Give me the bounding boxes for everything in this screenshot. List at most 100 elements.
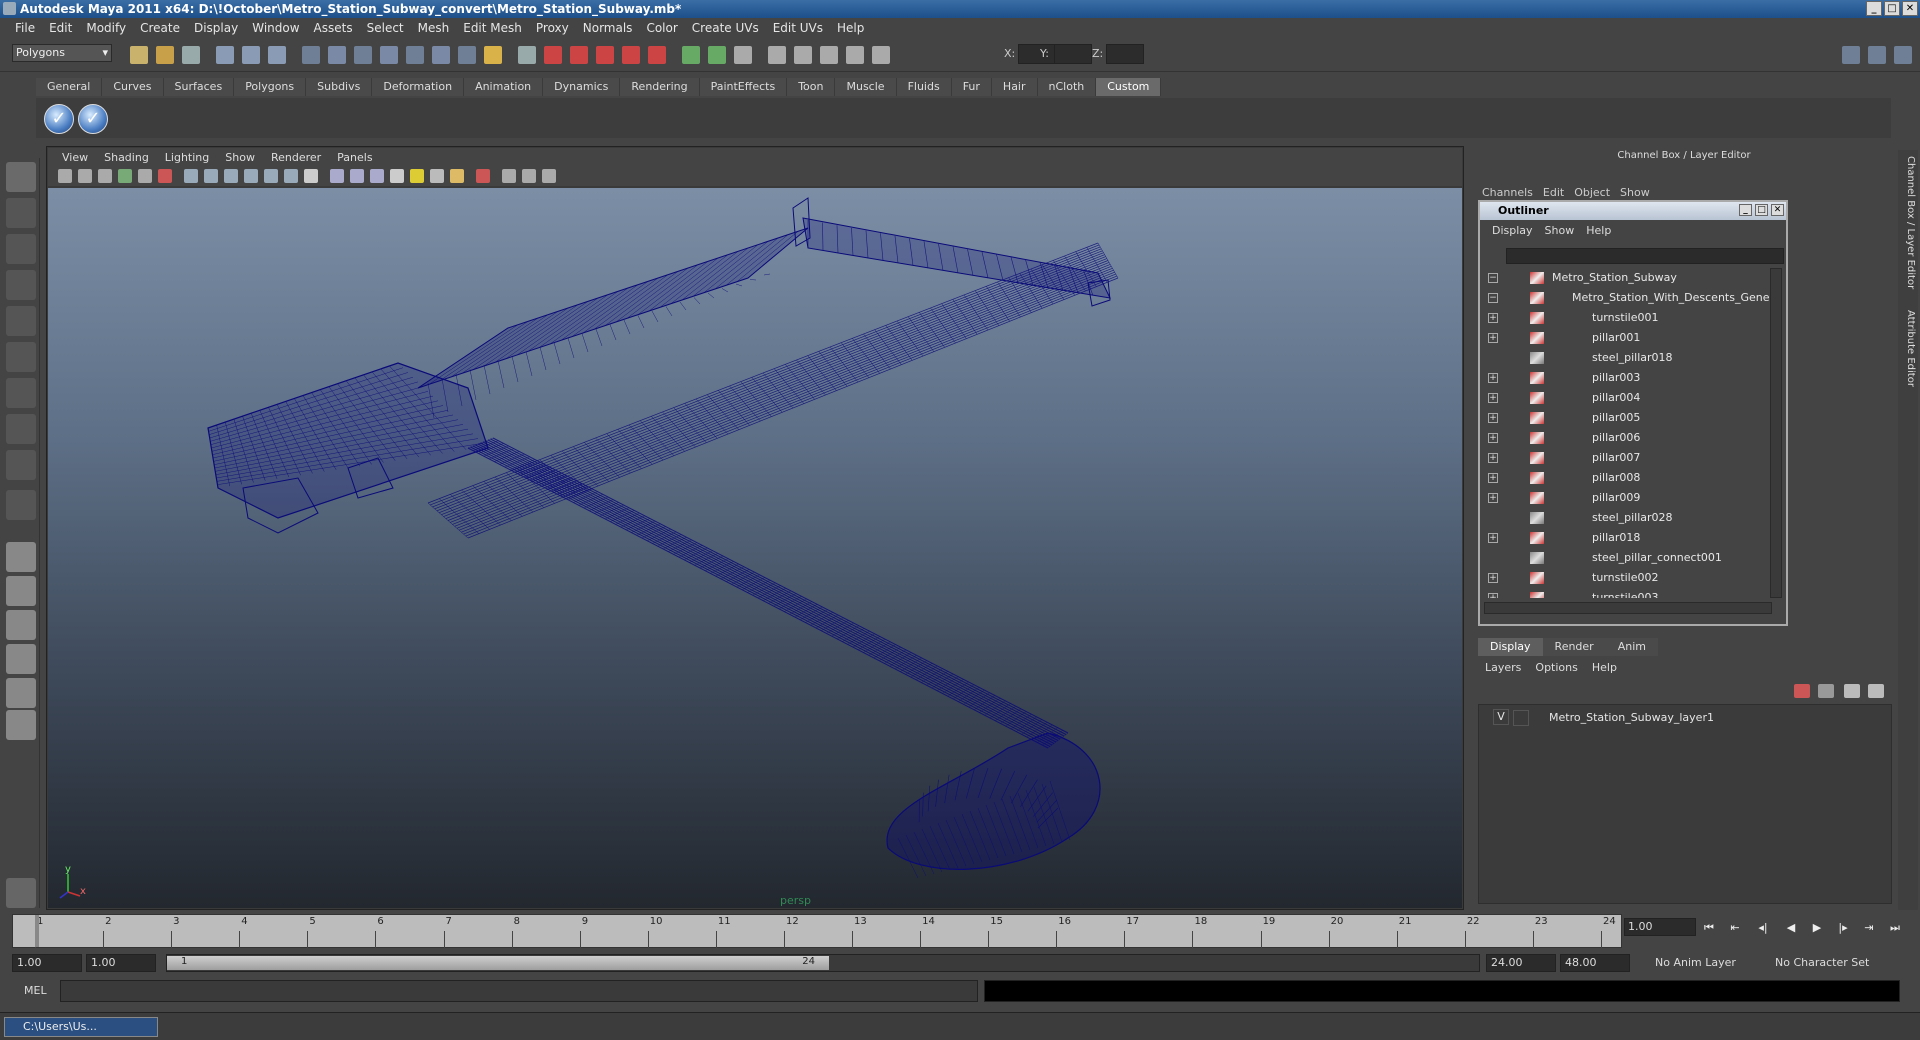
outliner-row[interactable]: steel_pillar028 (1482, 508, 1772, 528)
expand-toggle-icon[interactable]: + (1488, 533, 1498, 543)
viewport-tool-icon-16[interactable] (370, 169, 384, 183)
status-tool-icon-28[interactable] (872, 46, 890, 64)
layer-tab-render[interactable]: Render (1542, 638, 1606, 656)
shelf-tab-fur[interactable]: Fur (951, 78, 992, 96)
expand-toggle-icon[interactable]: + (1488, 473, 1498, 483)
menu-modify[interactable]: Modify (79, 21, 133, 35)
status-tool-icon-23[interactable] (734, 46, 752, 64)
status-tool-icon-25[interactable] (794, 46, 812, 64)
rotate-tool-icon[interactable] (6, 306, 36, 336)
y-input[interactable] (1054, 44, 1092, 64)
outliner-horizontal-scrollbar[interactable] (1484, 602, 1772, 614)
status-tool-icon-5[interactable] (242, 46, 260, 64)
side-tab-1[interactable]: Channel Box / Layer Editor (1900, 156, 1916, 289)
single-perspective-layout-icon[interactable] (6, 542, 36, 572)
outliner-row[interactable]: + turnstile001 (1482, 308, 1772, 328)
viewport-tool-icon-23[interactable] (522, 169, 536, 183)
outliner-row[interactable]: + pillar006 (1482, 428, 1772, 448)
layer-add-icon[interactable] (1868, 684, 1884, 698)
current-time-indicator[interactable] (35, 915, 39, 947)
outliner-row[interactable]: + pillar001 (1482, 328, 1772, 348)
status-tool-icon-13[interactable] (458, 46, 476, 64)
viewport-menu-lighting[interactable]: Lighting (157, 151, 217, 164)
outliner-row[interactable]: + turnstile002 (1482, 568, 1772, 588)
status-tool-icon-27[interactable] (846, 46, 864, 64)
viewport-tool-icon-15[interactable] (350, 169, 364, 183)
layer-menu-options[interactable]: Options (1528, 661, 1584, 674)
viewport-tool-icon-7[interactable] (184, 169, 198, 183)
viewport-tool-icon-2[interactable] (78, 169, 92, 183)
expand-toggle-icon[interactable]: + (1488, 433, 1498, 443)
viewport-menu-show[interactable]: Show (217, 151, 263, 164)
move-tool-icon[interactable] (6, 270, 36, 300)
layer-tab-anim[interactable]: Anim (1605, 638, 1658, 656)
status-tool-icon-6[interactable] (268, 46, 286, 64)
status-tool-icon-4[interactable] (216, 46, 234, 64)
persp-graph-layout-icon[interactable] (6, 644, 36, 674)
playback-start-input[interactable]: 1.00 (86, 954, 156, 972)
outliner-row[interactable]: + pillar007 (1482, 448, 1772, 468)
viewport-tool-icon-13[interactable] (304, 169, 318, 183)
go-to-end-icon[interactable]: ⏭ (1886, 920, 1904, 936)
play-forwards-icon[interactable]: ▶ (1808, 920, 1826, 936)
expand-toggle-icon[interactable]: + (1488, 333, 1498, 343)
menu-edit[interactable]: Edit (42, 21, 79, 35)
viewport-tool-icon-14[interactable] (330, 169, 344, 183)
expand-toggle-icon[interactable]: + (1488, 593, 1498, 598)
close-button[interactable]: ✕ (1902, 1, 1918, 16)
menu-window[interactable]: Window (245, 21, 306, 35)
custom-shelf-check-icon-1[interactable]: ✓ (44, 104, 74, 134)
viewport-tool-icon-21[interactable] (476, 169, 490, 183)
status-tool-icon-1[interactable] (130, 46, 148, 64)
shelf-tab-polygons[interactable]: Polygons (234, 78, 307, 96)
new-layer-icon[interactable] (1794, 684, 1810, 698)
shelf-tab-surfaces[interactable]: Surfaces (163, 78, 235, 96)
status-tool-icon-14[interactable] (484, 46, 502, 64)
range-start-input[interactable]: 1.00 (12, 954, 82, 972)
viewport-menu-panels[interactable]: Panels (329, 151, 380, 164)
hypershade-layout-icon[interactable] (6, 678, 36, 708)
outliner-menu-display[interactable]: Display (1486, 224, 1539, 237)
character-set-dropdown[interactable]: No Character Set (1770, 954, 1880, 972)
range-slider[interactable]: 1 24 (166, 954, 1480, 972)
menu-select[interactable]: Select (360, 21, 411, 35)
go-to-start-icon[interactable]: ⏮ (1700, 920, 1718, 936)
show-hide-attribute-editor-icon[interactable] (1842, 46, 1860, 64)
layer-options-icon[interactable] (1844, 684, 1860, 698)
persp-graph-outliner-layout-icon[interactable] (6, 710, 36, 740)
viewport-tool-icon-9[interactable] (224, 169, 238, 183)
persp-outliner-layout-icon[interactable] (6, 610, 36, 640)
status-tool-icon-21[interactable] (682, 46, 700, 64)
viewport-tool-icon-18[interactable] (410, 169, 424, 183)
shelf-tab-fluids[interactable]: Fluids (896, 78, 952, 96)
show-hide-channel-box-icon[interactable] (1894, 46, 1912, 64)
step-back-frame-icon[interactable]: ◂| (1754, 920, 1772, 936)
status-tool-icon-22[interactable] (708, 46, 726, 64)
shelf-tab-curves[interactable]: Curves (102, 78, 164, 96)
menu-proxy[interactable]: Proxy (529, 21, 576, 35)
menu-mesh[interactable]: Mesh (411, 21, 457, 35)
outliner-row[interactable]: − Metro_Station_Subway (1482, 268, 1772, 288)
soft-modification-tool-icon[interactable] (6, 414, 36, 444)
anim-layer-dropdown[interactable]: No Anim Layer (1650, 954, 1760, 972)
viewport-tool-icon-22[interactable] (502, 169, 516, 183)
z-input[interactable] (1106, 44, 1144, 64)
current-frame-input[interactable]: 1.00 (1624, 918, 1696, 936)
outliner-vertical-scrollbar[interactable] (1770, 268, 1782, 598)
menu-edit-uvs[interactable]: Edit UVs (766, 21, 830, 35)
new-layer-selected-icon[interactable] (1818, 684, 1834, 698)
viewport-tool-icon-4[interactable] (118, 169, 132, 183)
viewport-tool-icon-19[interactable] (430, 169, 444, 183)
viewport-tool-icon-6[interactable] (158, 169, 172, 183)
menu-help[interactable]: Help (830, 21, 871, 35)
status-tool-icon-7[interactable] (302, 46, 320, 64)
viewport-tool-icon-24[interactable] (542, 169, 556, 183)
shelf-tab-animation[interactable]: Animation (464, 78, 544, 96)
outliner-row[interactable]: + pillar004 (1482, 388, 1772, 408)
perspective-viewport[interactable]: y x persp (48, 188, 1462, 908)
range-end-input[interactable]: 48.00 (1560, 954, 1630, 972)
step-forward-key-icon[interactable]: ⇥ (1860, 920, 1878, 936)
menu-create-uvs[interactable]: Create UVs (685, 21, 766, 35)
status-tool-icon-11[interactable] (406, 46, 424, 64)
menu-edit-mesh[interactable]: Edit Mesh (456, 21, 529, 35)
